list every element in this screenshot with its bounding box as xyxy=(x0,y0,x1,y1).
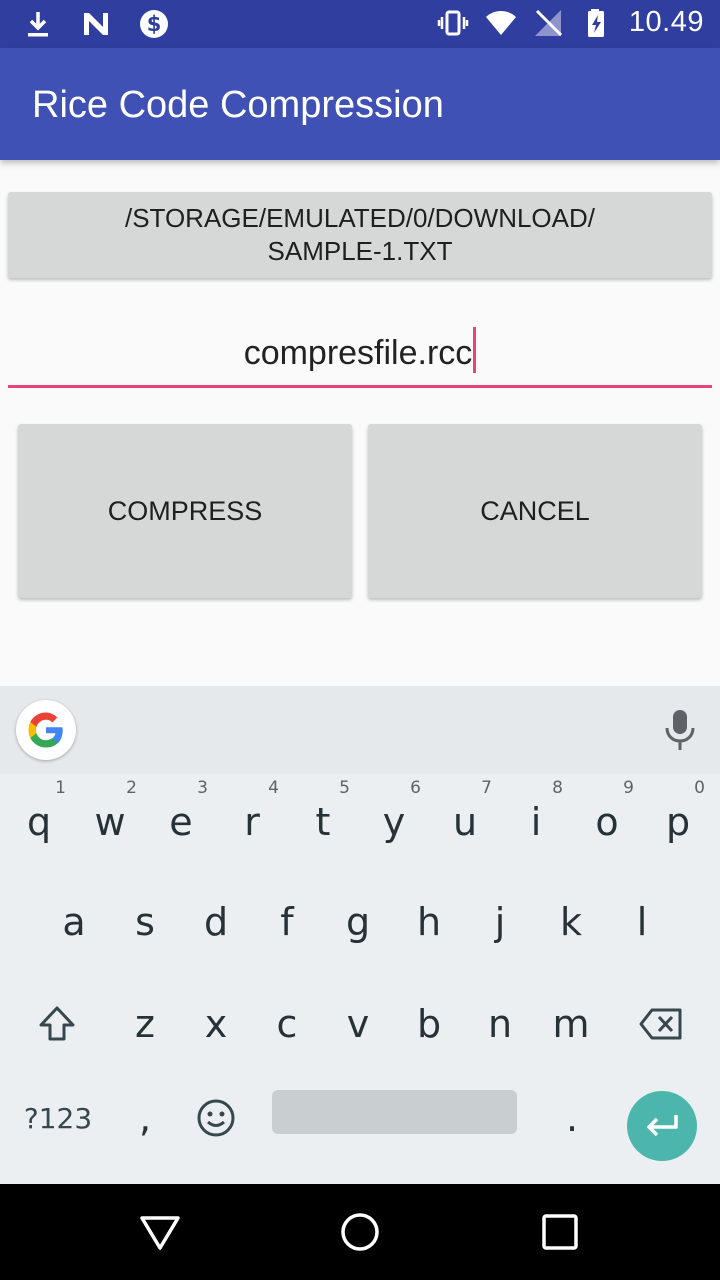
no-signal-icon xyxy=(534,9,562,36)
key-hint: 6 xyxy=(410,778,421,798)
key-hint: 9 xyxy=(623,778,634,798)
key-w[interactable]: w2 xyxy=(75,774,145,870)
dollar-icon: $ xyxy=(140,10,168,38)
key-v[interactable]: v xyxy=(323,976,393,1072)
navigation-bar xyxy=(0,1184,720,1280)
key-f[interactable]: f xyxy=(252,874,322,970)
key-k[interactable]: k xyxy=(536,874,606,970)
battery-charging-icon xyxy=(587,8,604,37)
key-u[interactable]: u7 xyxy=(430,774,500,870)
shift-icon xyxy=(39,1006,75,1041)
key-r[interactable]: r4 xyxy=(217,774,287,870)
key-t[interactable]: t5 xyxy=(288,774,358,870)
app-title: Rice Code Compression xyxy=(32,84,444,126)
key-hint: 2 xyxy=(126,778,137,798)
key-n[interactable]: n xyxy=(465,976,535,1072)
back-icon[interactable] xyxy=(136,1208,184,1256)
key-q[interactable]: q1 xyxy=(4,774,74,870)
key-o[interactable]: o9 xyxy=(572,774,642,870)
microphone-icon[interactable] xyxy=(662,708,698,752)
key-p[interactable]: p0 xyxy=(643,774,713,870)
enter-icon xyxy=(647,1115,678,1137)
soft-keyboard: q1 w2 e3 r4 t5 y6 u7 i8 o9 p0 a s d f g … xyxy=(0,686,720,1184)
symbols-key[interactable]: ?123 xyxy=(22,1078,94,1158)
shift-key[interactable] xyxy=(22,976,92,1072)
key-hint: 3 xyxy=(197,778,208,798)
key-s[interactable]: s xyxy=(110,874,180,970)
key-m[interactable]: m xyxy=(536,976,606,1072)
key-b[interactable]: b xyxy=(394,976,464,1072)
key-g[interactable]: g xyxy=(323,874,393,970)
output-filename-field[interactable]: compresfile.rcc xyxy=(8,322,712,388)
comma-key[interactable]: , xyxy=(110,1078,180,1158)
cancel-button[interactable]: CANCEL xyxy=(368,424,702,598)
vibrate-icon xyxy=(437,10,469,35)
key-d[interactable]: d xyxy=(181,874,251,970)
key-hint: 0 xyxy=(694,778,705,798)
n-app-icon xyxy=(84,13,108,35)
key-c[interactable]: c xyxy=(252,976,322,1072)
key-j[interactable]: j xyxy=(465,874,535,970)
file-path-line-1: /STORAGE/EMULATED/0/DOWNLOAD/ xyxy=(124,203,595,233)
status-bar: $ 10.49 xyxy=(0,0,720,48)
clock: 10.49 xyxy=(628,6,704,38)
download-icon xyxy=(28,12,48,37)
key-l[interactable]: l xyxy=(607,874,677,970)
key-e[interactable]: e3 xyxy=(146,774,216,870)
key-z[interactable]: z xyxy=(110,976,180,1072)
select-file-button[interactable]: /STORAGE/EMULATED/0/DOWNLOAD/ SAMPLE-1.T… xyxy=(8,192,712,278)
emoji-key[interactable] xyxy=(181,1078,251,1158)
key-a[interactable]: a xyxy=(39,874,109,970)
key-hint: 8 xyxy=(552,778,563,798)
key-hint: 7 xyxy=(481,778,492,798)
file-path-line-2: SAMPLE-1.TXT xyxy=(267,236,453,266)
home-icon[interactable] xyxy=(336,1208,384,1256)
key-y[interactable]: y6 xyxy=(359,774,429,870)
key-hint: 4 xyxy=(268,778,279,798)
key-hint: 1 xyxy=(55,778,66,798)
backspace-icon xyxy=(639,1008,682,1040)
period-key[interactable]: . xyxy=(537,1078,607,1158)
key-h[interactable]: h xyxy=(394,874,464,970)
recents-icon[interactable] xyxy=(536,1208,584,1256)
app-bar: Rice Code Compression xyxy=(0,48,720,160)
text-caret xyxy=(473,327,477,373)
backspace-key[interactable] xyxy=(626,976,696,1072)
key-i[interactable]: i8 xyxy=(501,774,571,870)
wifi-icon xyxy=(485,10,516,35)
emoji-icon xyxy=(197,1099,235,1137)
google-g-icon xyxy=(28,712,63,748)
output-filename-text: compresfile.rcc xyxy=(243,334,473,372)
google-search-button[interactable] xyxy=(16,700,76,760)
enter-key[interactable] xyxy=(627,1091,697,1161)
svg-text:$: $ xyxy=(147,12,162,36)
compress-button[interactable]: COMPRESS xyxy=(18,424,352,598)
key-x[interactable]: x xyxy=(181,976,251,1072)
suggestion-strip xyxy=(0,686,720,774)
key-hint: 5 xyxy=(339,778,350,798)
space-bar[interactable] xyxy=(272,1090,517,1134)
